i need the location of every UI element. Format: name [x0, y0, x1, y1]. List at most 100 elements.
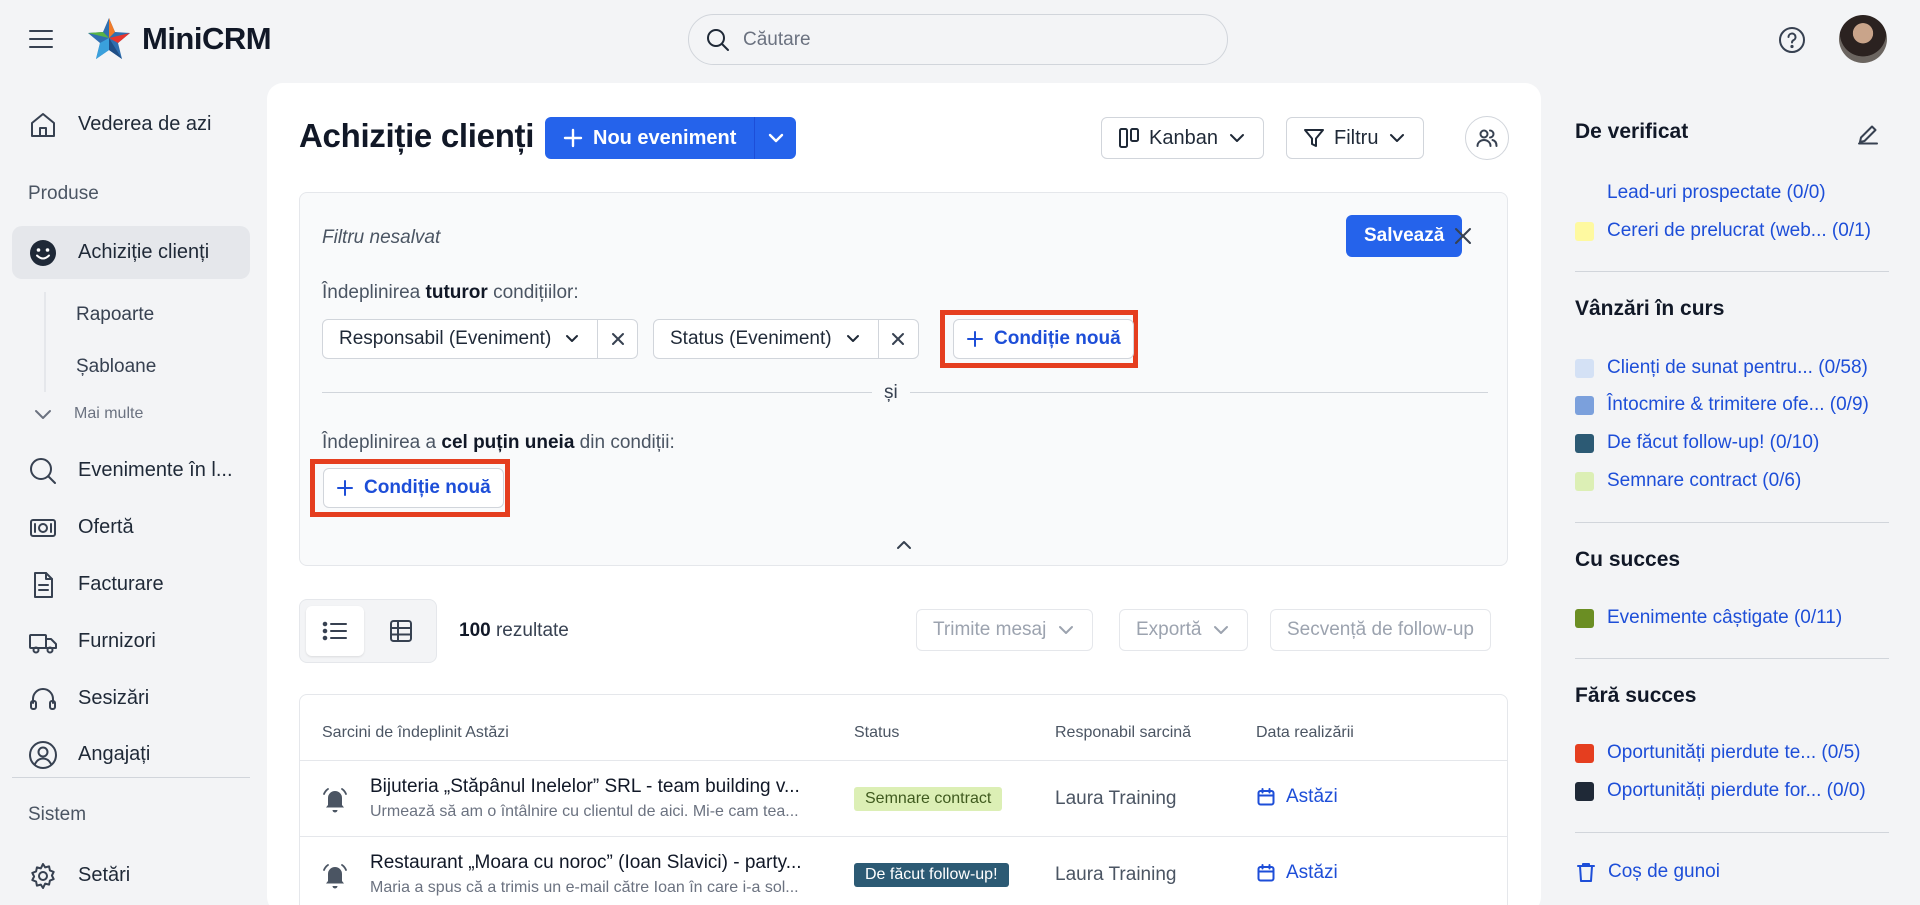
section-title-sales-in-progress: Vânzări în curs — [1575, 297, 1725, 320]
funnel-icon — [1304, 129, 1324, 147]
task-title[interactable]: Bijuteria „Stăpânul Inelelor” SRL - team… — [370, 776, 840, 798]
trash-label: Coș de gunoi — [1608, 861, 1720, 882]
sidebar-item-customer-acquisition[interactable]: Achiziție clienți — [12, 226, 250, 279]
search-bar[interactable] — [688, 14, 1228, 65]
status-link-clients-to-call[interactable]: Clienți de sunat pentru... (0/58) — [1575, 357, 1868, 379]
calendar-icon — [1257, 864, 1275, 882]
save-filter-button[interactable]: Salvează — [1346, 215, 1463, 257]
status-link-followup[interactable]: De făcut follow-up! (0/10) — [1575, 432, 1819, 454]
page-title: Achiziție clienți — [299, 117, 535, 154]
column-header-status[interactable]: Status — [854, 724, 899, 742]
task-date-label: Astăzi — [1286, 862, 1338, 883]
plus-icon — [563, 128, 583, 148]
trash-link[interactable]: Coș de gunoi — [1575, 861, 1720, 883]
new-event-dropdown-button[interactable] — [754, 117, 796, 159]
status-link-lost-1[interactable]: Oportunități pierdute te... (0/5) — [1575, 742, 1860, 764]
status-link-label: Evenimente câștigate (0/11) — [1607, 607, 1843, 628]
condition-chip-select[interactable]: Status (Eveniment) — [654, 320, 878, 358]
status-link-offer[interactable]: Întocmire & trimitere ofe... (0/9) — [1575, 394, 1869, 416]
status-link-leads[interactable]: Lead-uri prospectate (0/0) — [1575, 182, 1826, 204]
sidebar-item-suppliers[interactable]: Furnizori — [12, 615, 250, 668]
status-link-won[interactable]: Evenimente câștigate (0/11) — [1575, 607, 1842, 629]
sidebar-item-label: Setări — [78, 864, 131, 886]
task-date-label: Astăzi — [1286, 786, 1338, 807]
status-link-label: Oportunități pierdute for... (0/0) — [1607, 780, 1866, 801]
app-logo[interactable]: MiniCRM — [86, 16, 272, 62]
status-link-contract[interactable]: Semnare contract (0/6) — [1575, 470, 1801, 492]
sidebar-item-today[interactable]: Vederea de azi — [12, 98, 250, 151]
new-event-button[interactable]: Nou eveniment — [545, 117, 754, 159]
main-content: Achiziție clienți Nou eveniment Kanban F… — [267, 83, 1541, 905]
search-input[interactable] — [743, 28, 1203, 51]
new-event-split-button: Nou eveniment — [545, 117, 797, 159]
sidebar-section-system: Sistem — [28, 804, 87, 825]
new-condition-any-button[interactable]: Condiție nouă — [323, 468, 504, 508]
results-label: rezultate — [490, 620, 569, 641]
all-conditions-bold: tuturor — [425, 282, 488, 303]
new-event-label: Nou eveniment — [593, 126, 737, 149]
users-button[interactable] — [1465, 116, 1509, 160]
any-condition-suffix: din condiții: — [574, 432, 675, 453]
status-swatch — [1575, 743, 1594, 763]
task-date[interactable]: Astăzi — [1256, 786, 1338, 808]
status-link-label: Cereri de prelucrat (web... (0/1) — [1607, 220, 1871, 241]
status-badge: De făcut follow-up! — [854, 863, 1009, 887]
send-message-label: Trimite mesaj — [933, 619, 1047, 640]
hamburger-menu-icon[interactable] — [28, 27, 54, 51]
sidebar-item-employees[interactable]: Angajați — [12, 728, 250, 781]
sidebar-subitem-reports[interactable]: Rapoarte — [76, 304, 154, 326]
sidebar-item-events[interactable]: Evenimente în l... — [12, 444, 250, 497]
section-divider — [1575, 658, 1889, 659]
table-view-button[interactable] — [372, 606, 430, 656]
status-link-requests[interactable]: Cereri de prelucrat (web... (0/1) — [1575, 220, 1871, 242]
results-number: 100 — [459, 620, 491, 641]
remove-condition-icon[interactable] — [877, 320, 918, 358]
column-header-date[interactable]: Data realizării — [1256, 724, 1354, 742]
section-divider — [1575, 271, 1889, 272]
column-header-responsible[interactable]: Responabil sarcină — [1055, 724, 1191, 742]
truck-icon — [29, 633, 57, 653]
user-circle-icon — [29, 740, 57, 769]
status-link-lost-2[interactable]: Oportunități pierdute for... (0/0) — [1575, 780, 1866, 802]
sidebar-item-invoicing[interactable]: Facturare — [12, 558, 250, 611]
task-date[interactable]: Astăzi — [1256, 862, 1338, 884]
gear-icon — [31, 862, 55, 889]
status-link-label: Semnare contract (0/6) — [1607, 470, 1802, 491]
task-title[interactable]: Restaurant „Moara cu noroc” (Ioan Slavic… — [370, 852, 840, 874]
users-icon — [1476, 129, 1498, 147]
kanban-view-button[interactable]: Kanban — [1101, 117, 1264, 159]
column-header-tasks[interactable]: Sarcini de îndeplinit Astăzi — [322, 724, 509, 742]
sidebar-subitem-templates[interactable]: Șabloane — [76, 356, 156, 378]
sidebar-item-tickets[interactable]: Sesizări — [12, 672, 250, 725]
followup-sequence-button[interactable]: Secvență de follow-up — [1270, 609, 1491, 651]
filter-button[interactable]: Filtru — [1286, 117, 1425, 159]
condition-chip-select[interactable]: Responsabil (Eveniment) — [323, 320, 597, 358]
all-conditions-prefix: Îndeplinirea — [322, 282, 426, 303]
pencil-icon[interactable] — [1856, 122, 1880, 146]
close-icon[interactable] — [1450, 223, 1476, 249]
table-row[interactable]: Restaurant „Moara cu noroc” (Ioan Slavic… — [300, 837, 1507, 905]
results-count: 100 rezultate — [459, 620, 569, 642]
help-icon[interactable] — [1778, 26, 1806, 54]
sidebar-more-toggle[interactable]: Mai multe — [32, 403, 143, 425]
sidebar-section-products: Produse — [28, 183, 99, 204]
table-row[interactable]: Bijuteria „Stăpânul Inelelor” SRL - team… — [300, 761, 1507, 837]
send-message-button[interactable]: Trimite mesaj — [916, 609, 1094, 651]
right-panel: De verificat Lead-uri prospectate (0/0) … — [1541, 78, 1920, 905]
export-button[interactable]: Exportă — [1119, 609, 1249, 651]
condition-chip-status: Status (Eveniment) — [653, 319, 919, 359]
sidebar-divider — [12, 777, 250, 778]
chevron-up-icon[interactable] — [893, 534, 915, 556]
sidebar-item-label: Facturare — [78, 573, 164, 595]
list-view-button[interactable] — [306, 606, 364, 656]
sidebar-item-offer[interactable]: Ofertă — [12, 501, 250, 554]
user-avatar[interactable] — [1839, 15, 1887, 63]
new-condition-all-button[interactable]: Condiție nouă — [953, 319, 1134, 359]
sidebar-item-settings[interactable]: Setări — [12, 849, 250, 902]
status-swatch — [1575, 608, 1594, 628]
status-link-label: Oportunități pierdute te... (0/5) — [1607, 742, 1861, 763]
condition-chip-responsible: Responsabil (Eveniment) — [322, 319, 639, 359]
remove-condition-icon[interactable] — [597, 320, 637, 358]
filter-name[interactable]: Filtru nesalvat — [322, 227, 440, 249]
status-swatch — [1575, 471, 1594, 491]
